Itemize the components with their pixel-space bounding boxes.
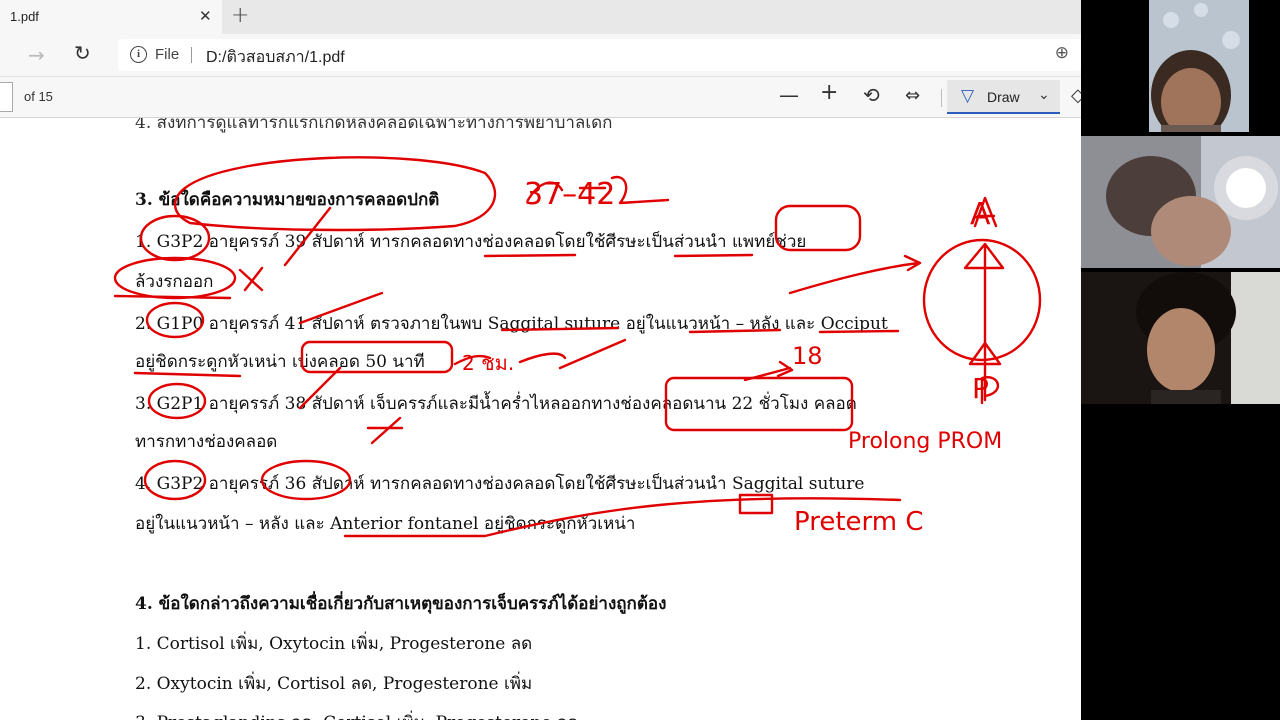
ink-circle-g2p1 <box>147 382 207 420</box>
address-bar[interactable]: i File D:/ติวสอบสภา/1.pdf ⊕ <box>118 39 1081 71</box>
ink-note-prolong: Prolong PROM <box>848 429 1002 454</box>
toolbar-divider <box>941 89 942 107</box>
url-text[interactable]: D:/ติวสอบสภา/1.pdf <box>206 45 345 70</box>
ink-note-2hr: 2 ชม. <box>462 351 514 375</box>
ink-note-a: A <box>970 197 991 232</box>
ink-cross-1 <box>238 266 264 292</box>
participant-video-1[interactable] <box>1081 0 1280 132</box>
participant-video-3[interactable] <box>1081 272 1280 404</box>
page-number-input[interactable] <box>0 82 13 112</box>
video-call-panel <box>1081 0 1280 720</box>
ink-annotations: 2 ชม. 18 37–42 A P Prolong PROM Preterm … <box>113 156 1042 538</box>
tab-pdf[interactable]: 1.pdf ✕ <box>0 0 222 34</box>
ink-underline-1 <box>483 253 754 258</box>
scheme-label: File <box>155 46 180 63</box>
tab-title: 1.pdf <box>10 9 39 24</box>
chevron-down-icon[interactable]: ⌄ <box>1038 87 1050 103</box>
ink-cross-2 <box>366 416 404 445</box>
zoom-icon[interactable]: ⊕ <box>1055 43 1069 63</box>
ink-box-doctor <box>774 204 862 252</box>
ink-note-weeks: 37–42 <box>524 177 615 212</box>
info-icon[interactable]: i <box>130 46 147 63</box>
ink-circle-g3p2 <box>139 214 211 262</box>
ink-check-2 <box>298 291 384 325</box>
close-tab-icon[interactable]: ✕ <box>199 7 212 25</box>
ink-heading-loop <box>173 156 497 232</box>
ink-check-1 <box>283 206 332 267</box>
ink-circle-g3p2-b <box>143 459 207 501</box>
eraser-icon[interactable]: ◇ <box>1071 85 1081 106</box>
zoom-out-icon[interactable]: — <box>779 83 799 107</box>
ink-box-22hr <box>664 376 854 432</box>
ink-underline-3 <box>500 326 900 334</box>
participant-video-2[interactable] <box>1081 136 1280 268</box>
ink-check-3 <box>298 366 342 410</box>
ink-underline-2 <box>113 294 232 300</box>
refresh-icon[interactable]: ↻ <box>74 41 91 65</box>
pen-icon: ▽ <box>961 86 975 106</box>
rotate-icon[interactable]: ⟲ <box>863 83 880 107</box>
page-total: of 15 <box>24 89 53 104</box>
zoom-in-icon[interactable]: + <box>820 80 838 105</box>
navigation-bar: → ↻ i File D:/ติวสอบสภา/1.pdf ⊕ <box>0 34 1081 76</box>
ink-circle-remove-placenta <box>113 256 237 300</box>
ink-note-18: 18 <box>792 342 823 370</box>
ink-circle-g1p0 <box>145 301 205 339</box>
draw-label: Draw <box>987 89 1020 105</box>
ink-box-50min <box>300 340 454 374</box>
forward-icon[interactable]: → <box>28 43 45 67</box>
ink-note-p: P <box>972 372 989 405</box>
ink-circle-36-weeks <box>260 459 352 501</box>
ink-arrow-top <box>788 254 922 295</box>
pdf-page: 4. สิ่งที่การดูแลทารกแรกเกิดหลังคลอดเฉพา… <box>0 118 1081 720</box>
pdf-toolbar: of 15 — + ⟲ ⇔ ▽ Draw ⌄ ◇ <box>0 76 1081 118</box>
address-divider <box>191 47 192 63</box>
fit-page-icon[interactable]: ⇔ <box>905 85 920 106</box>
ink-head-diagram-1 <box>922 238 1042 362</box>
new-tab-icon[interactable]: + <box>231 3 249 28</box>
draw-button[interactable]: ▽ Draw ⌄ <box>947 80 1060 114</box>
ink-underline-4 <box>133 371 242 378</box>
browser-window: 1.pdf ✕ + → ↻ i File D:/ติวสอบสภา/1.pdf … <box>0 0 1081 720</box>
ink-note-preterm: Preterm C <box>794 507 924 537</box>
tab-strip: 1.pdf ✕ + <box>0 0 1081 34</box>
